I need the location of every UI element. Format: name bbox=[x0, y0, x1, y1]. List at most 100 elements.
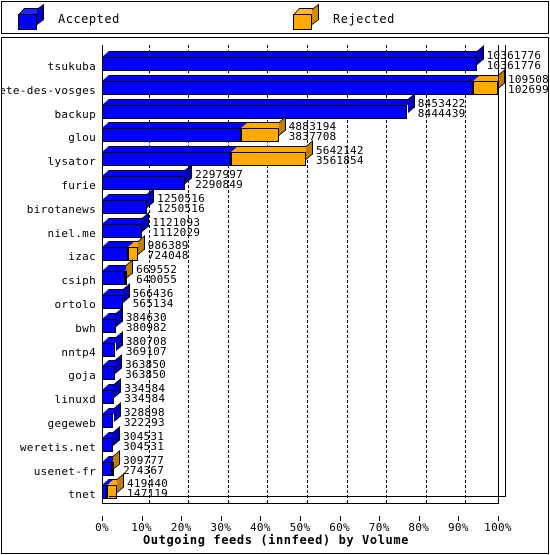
y-axis-label: izac bbox=[68, 250, 96, 264]
stacked-bar[interactable] bbox=[102, 306, 123, 333]
stacked-bar[interactable] bbox=[102, 378, 122, 405]
plot-area: tsukuba 10361776 10361776 bete-des-vosges 10… bbox=[2, 45, 548, 503]
bar-row[interactable]: gegeweb 328898 322293 bbox=[48, 402, 499, 432]
bar-value-labels: 1250516 1250516 bbox=[157, 193, 205, 214]
bar-value-labels: 2297997 2290849 bbox=[195, 169, 243, 191]
bar-segment-accepted[interactable] bbox=[102, 223, 143, 238]
bar-segment-rejected[interactable] bbox=[111, 461, 114, 476]
bar-value-labels: 328898 322293 bbox=[123, 407, 165, 429]
bar-segment-accepted[interactable] bbox=[102, 80, 474, 95]
bar-segment-accepted[interactable] bbox=[102, 461, 112, 476]
bar-value-labels: 10361776 10361776 bbox=[487, 50, 542, 71]
stacked-bar[interactable] bbox=[102, 402, 121, 428]
bar-value-labels: 384630 380982 bbox=[125, 312, 167, 334]
bar-row[interactable]: tsukuba 10361776 10361776 bbox=[48, 45, 541, 75]
bar-row[interactable]: ortolo 566436 565134 bbox=[54, 283, 499, 313]
bar-row[interactable]: glou 4883194 3837708 bbox=[68, 116, 499, 146]
stacked-bar[interactable] bbox=[102, 354, 123, 381]
bar-segment-rejected[interactable] bbox=[240, 128, 279, 143]
bar-row[interactable]: birotanews 1250516 1250516 bbox=[27, 187, 499, 218]
bar-value-labels: 8453422 8444439 bbox=[417, 98, 466, 120]
bar-value-accepted: 322293 bbox=[123, 416, 165, 429]
bar-segment-accepted[interactable] bbox=[102, 247, 129, 262]
y-axis-label: linuxd bbox=[54, 393, 96, 407]
stacked-bar[interactable] bbox=[102, 283, 130, 309]
bar-row[interactable]: bwh 384630 380982 bbox=[75, 306, 499, 337]
stacked-bar[interactable] bbox=[102, 116, 286, 143]
bar-value-accepted: 380982 bbox=[125, 320, 167, 334]
bar-row[interactable]: izac 986389 724048 bbox=[68, 235, 499, 265]
bar-segment-accepted[interactable] bbox=[102, 390, 115, 405]
bar-segment-accepted[interactable] bbox=[102, 318, 116, 333]
bar-value-labels: 669552 640055 bbox=[136, 264, 178, 287]
bar-value-labels: 986389 724048 bbox=[148, 240, 189, 261]
bar-segment-accepted[interactable] bbox=[102, 104, 408, 119]
y-axis-label: glou bbox=[68, 131, 96, 145]
bar-value-accepted: 565134 bbox=[132, 297, 174, 310]
y-axis-label: tsukuba bbox=[47, 60, 96, 73]
bar-value-labels: 304531 304531 bbox=[123, 431, 165, 453]
bar-row[interactable]: csiph 669552 640055 bbox=[61, 259, 499, 289]
y-axis-label: csiph bbox=[61, 274, 96, 288]
stacked-bar[interactable] bbox=[102, 45, 484, 71]
bar-segment-accepted[interactable] bbox=[102, 271, 125, 286]
bar-segment-accepted[interactable] bbox=[102, 295, 123, 309]
bar-row[interactable]: usenet-fr 309777 274367 bbox=[34, 449, 499, 480]
bar-segment-accepted[interactable] bbox=[102, 128, 241, 143]
stacked-bar[interactable] bbox=[102, 187, 155, 214]
bar-row[interactable]: linuxd 334584 334584 bbox=[54, 378, 499, 408]
bar-row[interactable]: goja 363850 363850 bbox=[68, 354, 499, 384]
bar-row[interactable]: lysator 5642142 3561854 bbox=[48, 140, 499, 170]
plot-right-edge bbox=[505, 45, 506, 497]
bar-value-accepted: 640055 bbox=[136, 273, 178, 287]
stacked-bar[interactable] bbox=[102, 164, 193, 190]
stacked-bar[interactable] bbox=[102, 211, 150, 238]
bar-segment-accepted[interactable] bbox=[102, 414, 114, 428]
bar-value-accepted: 2290849 bbox=[195, 178, 243, 191]
bar-segment-accepted[interactable] bbox=[102, 366, 116, 381]
bar-value-labels: 363850 363850 bbox=[125, 359, 166, 380]
bar-segment-accepted[interactable] bbox=[102, 176, 185, 190]
y-axis-label: lysator bbox=[47, 155, 96, 169]
stacked-bar[interactable] bbox=[102, 68, 505, 95]
stacked-bar[interactable] bbox=[102, 235, 145, 262]
bar-value-accepted: 304531 bbox=[123, 439, 165, 453]
stacked-bar[interactable] bbox=[102, 140, 313, 167]
bar-value-labels: 380708 369107 bbox=[126, 336, 167, 357]
x-axis-end-line bbox=[498, 45, 499, 503]
cube-icon bbox=[293, 3, 319, 30]
bar-row[interactable]: bete-des-vosges 1095086310269910 bbox=[2, 68, 548, 99]
stacked-bar[interactable] bbox=[102, 330, 123, 357]
bar-segment-rejected[interactable] bbox=[124, 271, 127, 286]
bar-side-face bbox=[126, 259, 134, 280]
bar-value-labels: 334584 334584 bbox=[124, 383, 165, 404]
bar-value-labels: 309777 274367 bbox=[123, 455, 164, 476]
bar-segment-rejected[interactable] bbox=[230, 152, 306, 167]
y-axis-label: weretis.net bbox=[19, 440, 96, 454]
stacked-bar[interactable] bbox=[102, 449, 121, 476]
bar-value-accepted: 1112029 bbox=[152, 225, 201, 239]
bar-row[interactable]: backup 8453422 8444439 bbox=[54, 92, 499, 123]
bar-segment-accepted[interactable] bbox=[102, 437, 114, 452]
bar-row[interactable]: nntp4 380708 369107 bbox=[61, 330, 499, 361]
stacked-bar[interactable] bbox=[102, 473, 125, 500]
bar-row[interactable]: furie 2297997 2290849 bbox=[61, 164, 499, 194]
x-axis: 0% 10% 20% 30% 40% 50% 60% 70% 80% 90% 100% Outgoi… bbox=[2, 493, 548, 553]
bar-segment-accepted[interactable] bbox=[102, 57, 477, 71]
volume-chart-page: Accepted Rejected tsukuba 10361776 1036177… bbox=[0, 0, 550, 555]
stacked-bar[interactable] bbox=[102, 425, 121, 452]
bar-row[interactable]: niel.me 1121093 1112029 bbox=[48, 211, 499, 242]
stacked-bar[interactable] bbox=[102, 259, 134, 286]
bar-value-labels: 566436 565134 bbox=[132, 288, 174, 310]
bar-value-labels: 5642142 3561854 bbox=[316, 145, 364, 166]
legend-label-rejected: Rejected bbox=[333, 11, 395, 26]
stacked-bar[interactable] bbox=[102, 92, 415, 119]
bar-segment-accepted[interactable] bbox=[102, 342, 116, 357]
bar-row[interactable]: weretis.net 304531 304531 bbox=[20, 425, 499, 456]
bar-segment-accepted[interactable] bbox=[102, 199, 148, 214]
chart-frame: tsukuba 10361776 10361776 bete-des-vosges 10… bbox=[1, 37, 549, 554]
bar-segment-accepted[interactable] bbox=[102, 152, 231, 167]
x-axis-title: Outgoing feeds (innfeed) by Volume bbox=[142, 533, 410, 547]
bar-segment-rejected[interactable] bbox=[473, 80, 498, 95]
bar-value-accepted: 8444439 bbox=[417, 106, 466, 120]
